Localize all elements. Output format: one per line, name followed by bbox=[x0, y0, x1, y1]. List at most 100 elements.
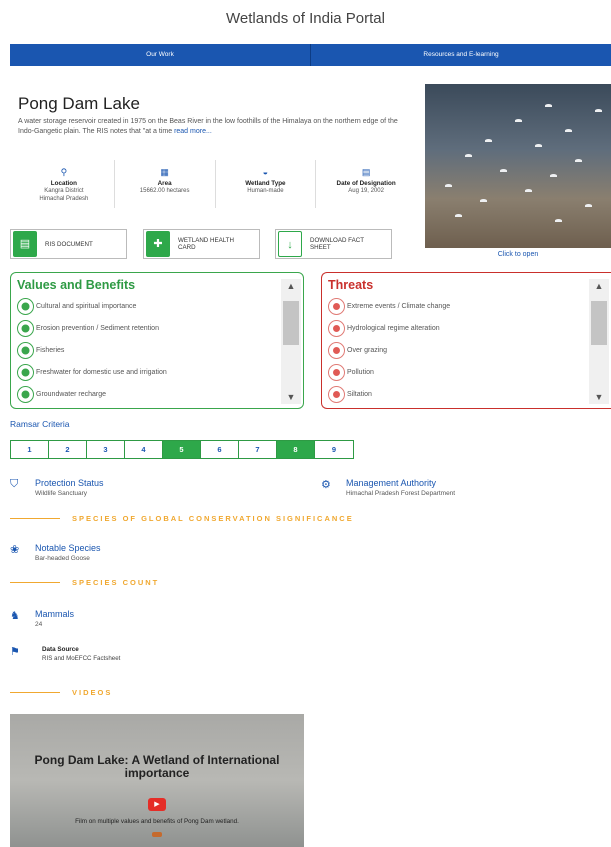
divider bbox=[10, 582, 60, 583]
management-authority-title: Management Authority bbox=[346, 478, 437, 488]
read-more-link[interactable]: read more... bbox=[174, 128, 212, 135]
ramsar-criterion[interactable]: 2 bbox=[49, 441, 87, 458]
ramsar-criterion[interactable]: 1 bbox=[11, 441, 49, 458]
pollution-icon bbox=[328, 363, 345, 381]
wetland-name: Pong Dam Lake bbox=[18, 94, 140, 113]
ramsar-criterion[interactable]: 7 bbox=[239, 441, 277, 458]
hydrology-icon bbox=[328, 319, 345, 337]
wetland-photo[interactable] bbox=[425, 84, 611, 248]
ramsar-criterion[interactable]: 4 bbox=[125, 441, 163, 458]
management-authority: ⚙ Management Authority Himachal Pradesh … bbox=[321, 478, 455, 498]
wetland-type-icon: ◒ bbox=[262, 167, 269, 177]
values-benefits-panel: Values and Benefits Cultural and spiritu… bbox=[10, 272, 304, 409]
calendar-icon: ▤ bbox=[361, 167, 371, 177]
fact-label: Area bbox=[157, 180, 172, 187]
play-icon[interactable]: ▶ bbox=[148, 798, 166, 811]
ramsar-criterion[interactable]: 9 bbox=[315, 441, 353, 458]
list-item-label: Pollution bbox=[347, 368, 374, 376]
ramsar-criteria-title: Ramsar Criteria bbox=[10, 419, 70, 429]
notable-species-title: Notable Species bbox=[35, 543, 101, 553]
grazing-icon bbox=[328, 341, 345, 359]
mammals-value: 24 bbox=[35, 621, 43, 628]
fact-label: Date of Designation bbox=[336, 180, 396, 187]
water-drop-icon bbox=[17, 363, 34, 381]
list-item: Groundwater recharge bbox=[17, 383, 303, 405]
scroll-up-icon[interactable]: ▲ bbox=[281, 279, 301, 293]
list-item: Cultural and spiritual importance bbox=[17, 295, 303, 317]
bird-shape bbox=[575, 159, 582, 162]
location-pin-icon: ⚲ bbox=[60, 167, 68, 177]
list-item: Siltation bbox=[328, 383, 611, 405]
fact-sheet-label: DOWNLOAD FACT SHEET bbox=[310, 237, 364, 251]
list-item: Pollution bbox=[328, 361, 611, 383]
fact-designation-date: ▤ Date of Designation Aug 19, 2002 bbox=[316, 160, 416, 208]
shield-icon: ⛉ bbox=[10, 478, 19, 490]
bird-shape bbox=[485, 139, 492, 142]
protection-status-title: Protection Status bbox=[35, 478, 104, 488]
section-title: SPECIES OF GLOBAL CONSERVATION SIGNIFICA… bbox=[72, 514, 354, 523]
threats-title: Threats bbox=[328, 278, 374, 292]
bird-shape bbox=[515, 119, 522, 122]
scroll-thumb[interactable] bbox=[283, 301, 299, 345]
values-list: Cultural and spiritual importance Erosio… bbox=[17, 295, 303, 405]
download-fact-sheet-button[interactable]: ↓ DOWNLOAD FACT SHEET bbox=[275, 229, 392, 259]
click-to-open-link[interactable]: Click to open bbox=[425, 251, 611, 258]
authority-icon: ⚙ bbox=[321, 479, 331, 491]
fact-value: Kangra District bbox=[44, 188, 84, 194]
scroll-down-icon[interactable]: ▼ bbox=[589, 390, 609, 404]
scroll-down-icon[interactable]: ▼ bbox=[281, 390, 301, 404]
values-scrollbar[interactable]: ▲ ▼ bbox=[281, 279, 301, 404]
list-item-label: Erosion prevention / Sediment retention bbox=[36, 324, 159, 332]
bird-shape bbox=[445, 184, 452, 187]
nav-resources[interactable]: Resources and E-learning bbox=[311, 44, 611, 66]
ramsar-criterion[interactable]: 8 bbox=[277, 441, 315, 458]
mammals-count: ♞ Mammals 24 bbox=[10, 609, 74, 629]
groundwater-icon bbox=[17, 385, 34, 403]
ris-document-label: RIS DOCUMENT bbox=[45, 240, 93, 248]
fact-area: ▦ Area 15662.00 hectares bbox=[115, 160, 216, 208]
data-source-value: RIS and MoEFCC Factsheet bbox=[42, 655, 121, 662]
climate-icon bbox=[328, 297, 345, 315]
nav-our-work[interactable]: Our Work bbox=[10, 44, 311, 66]
document-icon: ▤ bbox=[13, 231, 37, 257]
bird-shape bbox=[565, 129, 572, 132]
fact-value-2: Himachal Pradesh bbox=[39, 196, 89, 202]
list-item: Over grazing bbox=[328, 339, 611, 361]
fact-wetland-type: ◒ Wetland Type Human-made bbox=[216, 160, 317, 208]
fact-bar: ⚲ Location Kangra District Himachal Prad… bbox=[14, 160, 416, 208]
list-item: Fisheries bbox=[17, 339, 303, 361]
list-item-label: Fisheries bbox=[36, 346, 65, 354]
mammal-icon: ♞ bbox=[10, 610, 20, 622]
data-source: ⚑ Data Source RIS and MoEFCC Factsheet bbox=[10, 645, 120, 662]
fish-icon bbox=[17, 341, 34, 359]
threats-scrollbar[interactable]: ▲ ▼ bbox=[589, 279, 609, 404]
ramsar-criterion[interactable]: 5 bbox=[163, 441, 201, 458]
ramsar-criterion[interactable]: 3 bbox=[87, 441, 125, 458]
data-source-icon: ⚑ bbox=[10, 646, 20, 658]
cultural-icon bbox=[17, 297, 34, 315]
wetland-health-card-button[interactable]: ✚ WETLAND HEALTH CARD bbox=[143, 229, 260, 259]
ris-document-button[interactable]: ▤ RIS DOCUMENT bbox=[10, 229, 127, 259]
notable-species-value: Bar-headed Goose bbox=[35, 555, 90, 562]
siltation-icon bbox=[328, 385, 345, 403]
values-title: Values and Benefits bbox=[17, 278, 136, 292]
ramsar-criterion[interactable]: 6 bbox=[201, 441, 239, 458]
bird-shape bbox=[525, 189, 532, 192]
ramsar-criteria-row: 1 2 3 4 5 6 7 8 9 bbox=[10, 440, 354, 459]
video-title: Pong Dam Lake: A Wetland of Internationa… bbox=[34, 753, 280, 780]
video-subtitle: Film on multiple values and benefits of … bbox=[75, 818, 239, 825]
divider bbox=[10, 692, 60, 693]
scroll-thumb[interactable] bbox=[591, 301, 607, 345]
bird-shape bbox=[535, 144, 542, 147]
section-global-significance: SPECIES OF GLOBAL CONSERVATION SIGNIFICA… bbox=[10, 514, 354, 523]
list-item-label: Siltation bbox=[347, 390, 372, 398]
threats-list: Extreme events / Climate change Hydrolog… bbox=[328, 295, 611, 405]
download-icon: ↓ bbox=[278, 231, 302, 257]
section-species-count: SPECIES COUNT bbox=[10, 578, 159, 587]
divider bbox=[10, 518, 60, 519]
protection-status: ⛉ Protection Status Wildlife Sanctuary bbox=[10, 478, 104, 498]
erosion-icon bbox=[17, 319, 34, 337]
scroll-up-icon[interactable]: ▲ bbox=[589, 279, 609, 293]
video-player[interactable]: Pong Dam Lake: A Wetland of Internationa… bbox=[10, 714, 304, 847]
list-item: Hydrological regime alteration bbox=[328, 317, 611, 339]
